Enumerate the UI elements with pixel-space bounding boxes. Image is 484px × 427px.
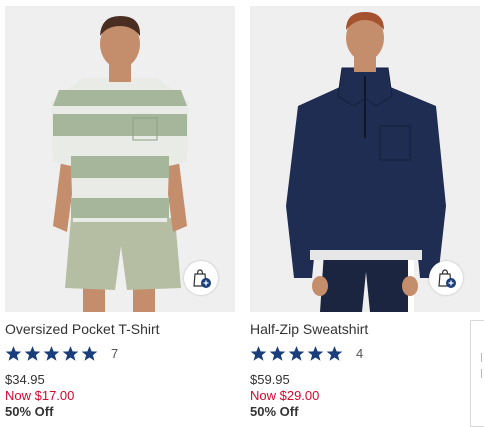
star-icon — [5, 345, 22, 361]
divider — [481, 353, 482, 362]
shopping-bag-add-icon — [193, 269, 211, 288]
discount-label: 50% Off — [5, 404, 54, 419]
original-price: $34.95 — [5, 372, 45, 387]
sale-price: Now $17.00 — [5, 388, 75, 403]
original-price: $59.95 — [250, 372, 290, 387]
product-card[interactable]: Oversized Pocket T-Shirt 7 $34.95 Now $1… — [5, 6, 235, 420]
product-name[interactable]: Oversized Pocket T-Shirt — [5, 321, 235, 337]
product-name[interactable]: Half-Zip Sweatshirt — [250, 321, 480, 337]
star-icon — [326, 345, 343, 361]
product-image[interactable] — [250, 6, 480, 312]
product-card[interactable]: Half-Zip Sweatshirt 4 $59.95 Now $29.00 … — [250, 6, 480, 420]
review-count[interactable]: 7 — [111, 346, 118, 361]
next-product-card-partial[interactable] — [470, 320, 484, 427]
review-count[interactable]: 4 — [356, 346, 363, 361]
star-icon — [288, 345, 305, 361]
product-rating: 7 — [5, 344, 235, 362]
product-rating: 4 — [250, 344, 480, 362]
add-to-bag-button[interactable] — [184, 261, 218, 295]
star-icon — [24, 345, 41, 361]
sale-price: Now $29.00 — [250, 388, 320, 403]
product-image[interactable] — [5, 6, 235, 312]
rating-stars — [5, 345, 100, 362]
divider — [481, 369, 482, 378]
star-icon — [307, 345, 324, 361]
star-icon — [269, 345, 286, 361]
shopping-bag-add-icon — [438, 269, 456, 288]
star-icon — [43, 345, 60, 361]
star-icon — [250, 345, 267, 361]
discount-label: 50% Off — [250, 404, 299, 419]
star-icon — [62, 345, 79, 361]
star-icon — [81, 345, 98, 361]
add-to-bag-button[interactable] — [429, 261, 463, 295]
rating-stars — [250, 345, 345, 362]
